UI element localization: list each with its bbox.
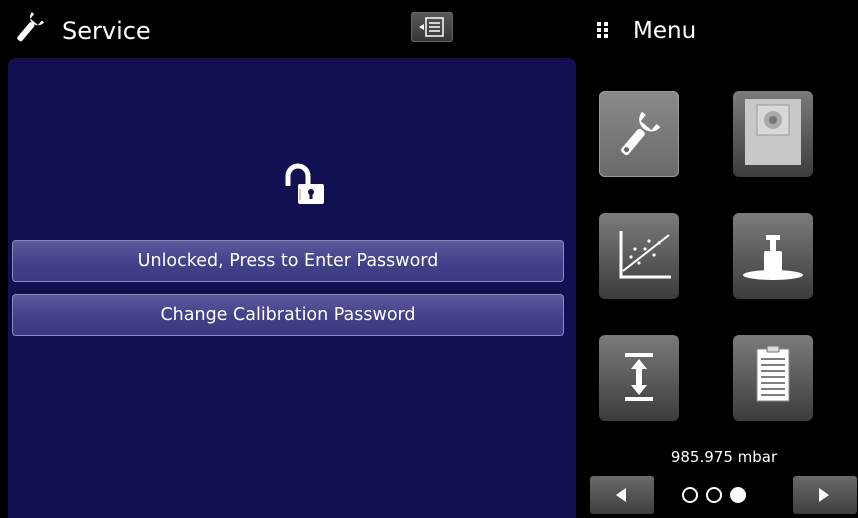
grid-dots-icon[interactable] [597,22,611,38]
document-icon [756,345,790,402]
change-calibration-password-button[interactable]: Change Calibration Password [12,294,564,336]
page-dot [682,487,698,503]
speaker-icon [745,99,801,165]
page-dot [706,487,722,503]
next-page-button[interactable] [793,476,857,514]
menu-tile-service[interactable] [599,91,679,177]
menu-tile-document[interactable] [733,335,813,421]
enter-password-button[interactable]: Unlocked, Press to Enter Password [12,240,564,282]
menu-tile-chart[interactable] [599,213,679,299]
service-header: Service [0,0,578,56]
list-toggle-icon [419,17,444,37]
page-title: Service [62,17,151,45]
service-panel: Unlocked, Press to Enter Password Change… [8,58,576,518]
range-arrows-icon [625,353,653,401]
wrench-icon [621,111,661,156]
scatter-chart-icon [619,231,671,279]
unlocked-padlock-icon [285,163,324,204]
pressure-readout: 985.975 mbar [670,448,778,466]
page-dot-current [730,487,746,503]
menu-tile-speaker[interactable] [733,91,813,177]
list-toggle-button[interactable] [411,12,453,42]
weight-icon [743,235,803,280]
previous-page-button[interactable] [590,476,654,514]
arrow-right-icon [819,488,829,502]
menu-tile-weight[interactable] [733,213,813,299]
menu-title: Menu [633,18,697,44]
arrow-left-icon [616,488,626,502]
menu-tile-range[interactable] [599,335,679,421]
page-indicator [670,485,782,505]
wrench-icon [17,12,45,42]
